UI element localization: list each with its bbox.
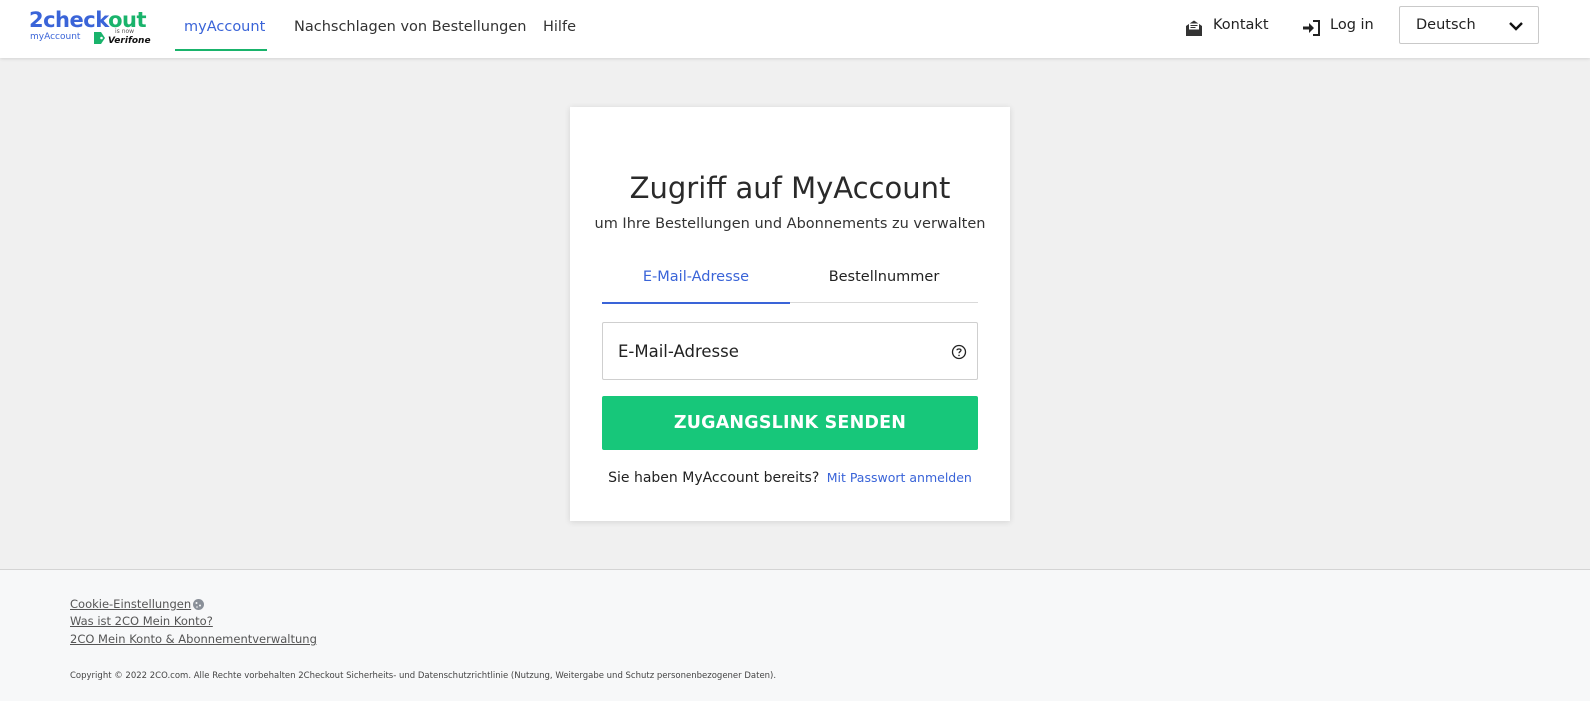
what-is-2co-link[interactable]: Was ist 2CO Mein Konto?	[70, 614, 213, 628]
chevron-down-icon	[1509, 22, 1523, 31]
lookup-tabs: E-Mail-Adresse Bestellnummer	[602, 257, 978, 304]
page-subtitle: um Ihre Bestellungen und Abonnements zu …	[594, 216, 986, 232]
nav-label-order-lookup: Nachschlagen von Bestellungen	[294, 19, 527, 35]
contact-label: Kontakt	[1213, 17, 1269, 33]
page-footer: Cookie-Einstellungen Was ist 2CO Mein Ko…	[0, 569, 1590, 701]
logo-word-part1: 2check	[29, 8, 109, 32]
nav-label-myaccount: myAccount	[184, 19, 266, 35]
cookie-icon[interactable]	[192, 598, 205, 611]
existing-account-row: Sie haben MyAccount bereits? Mit Passwor…	[570, 470, 1010, 486]
access-card: Zugriff auf MyAccount um Ihre Bestellung…	[570, 107, 1010, 521]
login-label: Log in	[1330, 17, 1374, 33]
nav-item-order-lookup[interactable]: Nachschlagen von Bestellungen	[294, 0, 526, 58]
nav-item-myaccount[interactable]: myAccount	[175, 0, 267, 58]
send-access-link-button[interactable]: ZUGANGSLINK SENDEN	[602, 396, 978, 450]
password-login-link[interactable]: Mit Passwort anmelden	[827, 470, 972, 485]
logo-subtitle: myAccount	[30, 32, 81, 42]
contact-link[interactable]: Kontakt	[1185, 16, 1275, 40]
nav-label-help: Hilfe	[543, 19, 576, 35]
subscription-management-link[interactable]: 2CO Mein Konto & Abonnementverwaltung	[70, 632, 317, 646]
top-header: 2checkout myAccount is now Verifone myAc…	[0, 0, 1590, 58]
email-input[interactable]	[603, 323, 933, 379]
login-link[interactable]: Log in	[1302, 16, 1377, 40]
tag-icon	[94, 32, 105, 44]
logo-verifone: Verifone	[108, 36, 151, 46]
page-title: Zugriff auf MyAccount	[629, 171, 951, 205]
email-field	[602, 322, 978, 380]
brand-logo[interactable]: 2checkout myAccount is now Verifone	[29, 8, 154, 48]
login-arrow-icon	[1303, 20, 1320, 36]
active-nav-indicator	[175, 49, 267, 51]
logo-is-now: is now	[115, 28, 135, 35]
tab-email-address[interactable]: E-Mail-Adresse	[602, 257, 790, 304]
language-selected-value: Deutsch	[1416, 17, 1476, 33]
question-circle-icon[interactable]	[951, 344, 967, 360]
existing-account-text: Sie haben MyAccount bereits?	[608, 470, 820, 486]
cookie-settings-link[interactable]: Cookie-Einstellungen	[70, 597, 191, 611]
copyright-text: Copyright © 2022 2CO.com. Alle Rechte vo…	[70, 671, 777, 681]
envelope-icon	[1186, 20, 1202, 36]
tab-order-number[interactable]: Bestellnummer	[790, 257, 978, 303]
language-select[interactable]: Deutsch	[1399, 6, 1539, 44]
nav-item-help[interactable]: Hilfe	[543, 0, 583, 58]
